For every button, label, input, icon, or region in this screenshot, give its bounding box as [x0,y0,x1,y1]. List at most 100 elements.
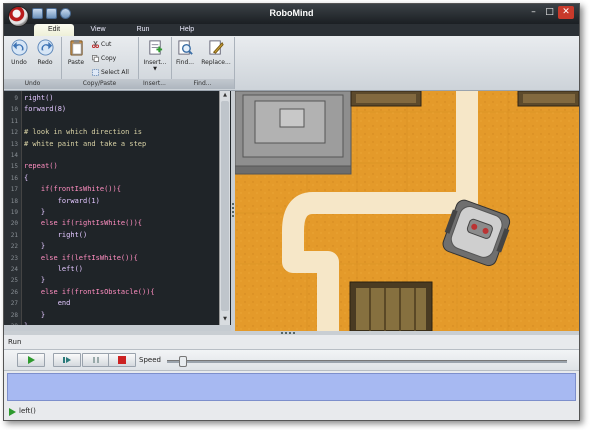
stop-button[interactable] [108,353,136,367]
wooden-crate-top [350,91,422,107]
paste-label: Paste [67,59,85,66]
app-menu-button[interactable] [8,6,29,27]
redo-icon [36,39,54,56]
replace-button[interactable]: Replace... [199,39,233,66]
line-number: 26 [10,288,18,296]
scrollbar-thumb[interactable] [221,101,229,311]
undo-icon [10,39,28,56]
line-number: 18 [10,197,18,205]
group-label-find: Find... [171,79,234,89]
tab-run[interactable]: Run [129,24,157,36]
tab-view[interactable]: View [82,24,114,36]
code-line[interactable]: right() [24,230,88,241]
ribbon-group-insert: Insert... ▼ Insert... [138,37,172,89]
line-number-gutter: 9101112131415161718192021222324252627282… [4,91,22,330]
window-title: RoboMind [269,8,314,18]
find-label: Find... [175,59,194,66]
group-label-undo: Undo [4,79,61,89]
select-all-label: Select All [101,69,129,76]
line-number: 24 [10,266,18,273]
line-number: 13 [10,140,18,148]
select-all-button[interactable]: Select All [92,68,129,77]
run-panel-title: Run [8,338,22,346]
maximize-button[interactable]: □ [542,6,557,19]
robot-map[interactable] [235,91,579,331]
code-line[interactable]: else if(leftIsWhite()){ [24,253,138,264]
step-button[interactable] [53,353,81,367]
code-editor[interactable]: 9101112131415161718192021222324252627282… [4,91,231,331]
horizontal-splitter[interactable] [4,331,579,335]
replace-icon [208,40,224,55]
scroll-down-icon[interactable]: ▼ [221,316,229,324]
cut-button[interactable]: Cut [92,40,111,49]
line-number: 14 [10,152,18,159]
code-line[interactable]: forward(8) [24,104,66,115]
insert-icon [148,40,162,55]
paste-button[interactable]: Paste [64,39,88,66]
scroll-up-icon[interactable]: ▲ [221,92,229,100]
speed-slider[interactable] [167,360,567,363]
line-number: 27 [10,300,18,308]
code-line[interactable]: right() [24,93,54,104]
group-label-insert: Insert... [138,79,171,89]
pause-button[interactable] [82,353,110,367]
code-line[interactable]: forward(1) [24,196,100,207]
ribbon-group-undo: Undo Redo Undo [4,37,62,89]
group-label-copy-paste: Copy/Paste [61,79,138,89]
code-line[interactable]: # look in which direction is [24,127,142,138]
code-line[interactable]: # white paint and take a step [24,139,146,150]
scissors-icon [92,41,99,48]
editor-scrollbar[interactable]: ▲ ▼ [219,91,230,325]
redo-button[interactable]: Redo [33,39,57,66]
line-number: 20 [10,220,18,228]
redo-label: Redo [37,59,53,66]
minimize-button[interactable]: – [526,6,541,19]
insert-button[interactable]: Insert... ▼ [140,39,170,72]
wooden-crate-top-right [517,91,579,107]
speed-slider-thumb[interactable] [179,356,187,367]
running-indicator-icon [9,408,16,416]
line-number: 23 [10,254,18,262]
code-line[interactable]: } [24,207,45,218]
line-number: 16 [10,174,18,182]
stone-building [235,91,352,175]
find-button[interactable]: Find... [173,39,197,66]
undo-button[interactable]: Undo [7,39,31,66]
code-line[interactable]: left() [24,264,83,275]
play-icon [28,356,35,364]
code-line[interactable]: } [24,275,45,286]
copy-icon [92,55,99,62]
tab-help[interactable]: Help [172,24,202,36]
code-line[interactable]: if(frontIsWhite()){ [24,184,121,195]
map-canvas [235,91,579,331]
play-button[interactable] [17,353,45,367]
replace-label: Replace... [201,59,231,66]
stop-icon [118,356,126,364]
paste-icon [69,39,83,56]
insert-label: Insert... [143,59,167,66]
app-window: RoboMind – □ ✕ Edit View Run Help Undo R… [3,3,580,421]
copy-button[interactable]: Copy [92,54,116,63]
tab-edit[interactable]: Edit [34,24,74,36]
output-panel [7,373,576,401]
code-line[interactable]: } [24,310,45,321]
line-number: 17 [10,186,18,194]
line-number: 9 [14,95,18,102]
chevron-down-icon: ▼ [153,66,157,72]
current-instruction: left() [19,407,36,415]
code-line[interactable]: } [24,241,45,252]
code-line[interactable]: repeat() [24,161,58,172]
speed-label: Speed [139,356,161,364]
line-number: 15 [10,163,18,171]
title-bar: RoboMind – □ ✕ [4,4,579,27]
ribbon: Undo Redo Undo Paste Cut Copy Select All… [4,36,579,91]
select-all-icon [92,69,99,76]
pause-icon [93,357,99,363]
code-line[interactable]: end [24,298,71,309]
close-button[interactable]: ✕ [558,6,574,19]
code-line[interactable]: else if(rightIsWhite()){ [24,218,142,229]
code-line[interactable]: { [24,173,28,184]
cut-label: Cut [101,41,112,48]
line-number: 21 [10,231,18,239]
code-line[interactable]: else if(frontIsObstacle()){ [24,287,155,298]
